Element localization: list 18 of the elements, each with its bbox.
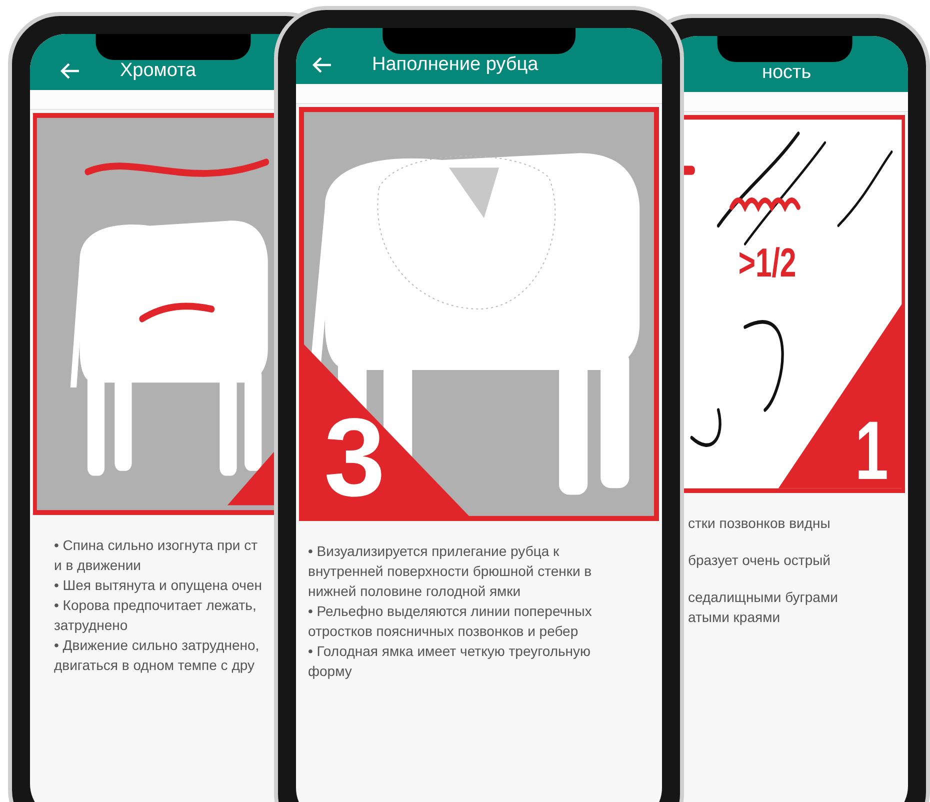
screen-title: ность bbox=[762, 63, 812, 82]
description-text: • Корова предпочитает лежать, затруднено bbox=[54, 596, 256, 635]
ratio-label: >1/2 bbox=[738, 240, 796, 286]
score-number: 3 bbox=[324, 396, 386, 520]
description-text: • Голодная ямка имеет четкую треугольную форму bbox=[308, 642, 591, 681]
description-text: • Шея вытянута и опущена очен bbox=[54, 576, 262, 595]
back-icon[interactable] bbox=[312, 56, 332, 74]
back-icon[interactable] bbox=[60, 62, 80, 80]
screen-title: Хромота bbox=[120, 61, 196, 80]
description-text: стки позвонков видны bbox=[688, 514, 830, 533]
description-text: • Движение сильно затруднено, двигаться в одном темпе с дру bbox=[54, 636, 260, 675]
description-text: седалищными буграми атыми краями bbox=[688, 588, 838, 627]
description-text: • Спина сильно изогнута при ст и в движении bbox=[54, 536, 258, 575]
screen-title: Наполнение рубца bbox=[372, 55, 538, 74]
description-text: • Рельефно выделяются линии поперечных отростков поясничных позвонков и ребер bbox=[308, 602, 592, 641]
score-number: 1 bbox=[855, 404, 888, 493]
description-text: • Визуализируется прилегание рубца к внутренней поверхности брюшной стенки в нижней половине голодной ямки bbox=[308, 542, 592, 601]
description-text: бразует очень острый bbox=[688, 551, 831, 570]
